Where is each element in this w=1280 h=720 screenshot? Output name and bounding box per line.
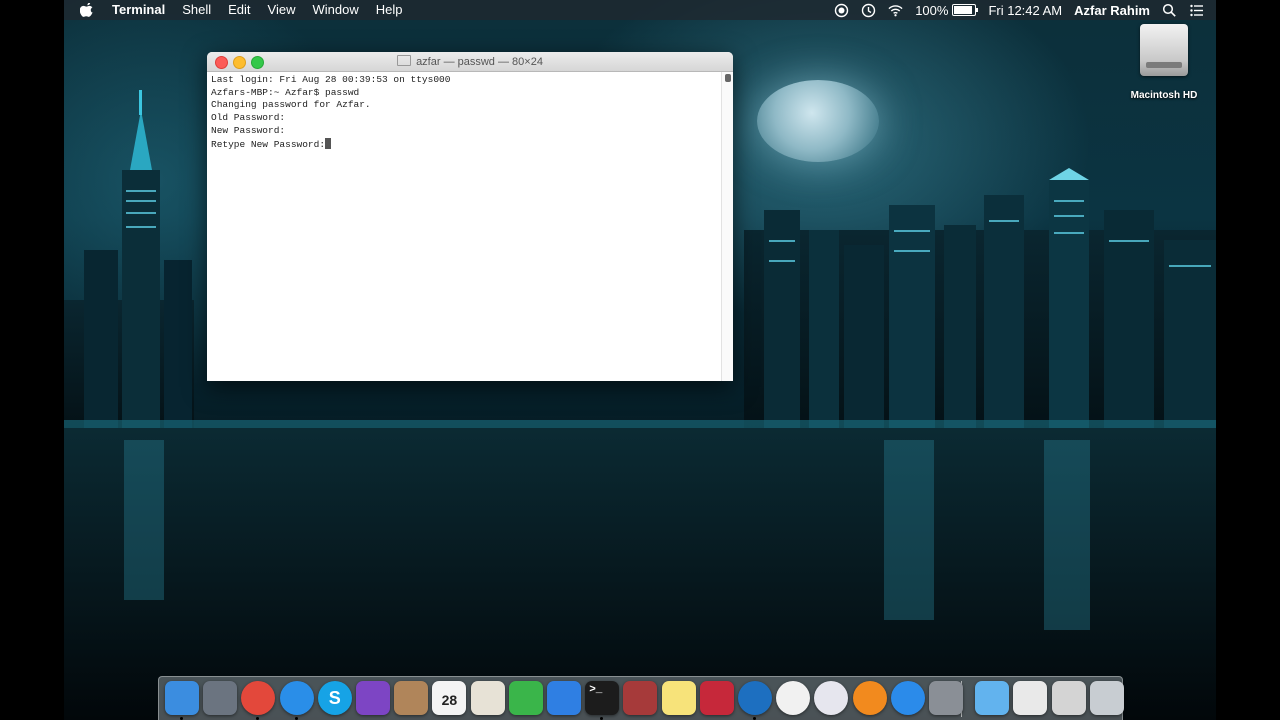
menu-window[interactable]: Window [313,0,359,20]
wifi-icon[interactable] [888,3,903,18]
terminal-output[interactable]: Last login: Fri Aug 28 00:39:53 on ttys0… [211,74,719,381]
edge-dock-icon[interactable] [738,681,772,715]
chrome-dock-icon[interactable] [241,681,276,715]
terminal-window: azfar — passwd — 80×24 Last login: Fri A… [207,52,733,381]
menu-view[interactable]: View [268,0,296,20]
terminal-title-bar[interactable]: azfar — passwd — 80×24 [207,52,733,72]
battery-status[interactable]: 100% [915,2,979,18]
menu-shell[interactable]: Shell [182,0,211,20]
screen-stack-dock-icon[interactable] [1051,681,1086,715]
terminal-line: New Password: [211,124,286,136]
menu-extras: 100% Fri 12:42 AM Azfar Rahim [834,0,1216,20]
launchpad-dock-icon[interactable] [203,681,238,715]
screen-record-icon[interactable] [834,3,849,18]
terminal-title-text: azfar — passwd — 80×24 [416,56,543,68]
calendar-dock-icon[interactable]: 28 [432,681,467,715]
desktop-screen: Terminal Shell Edit View Window Help 100… [64,0,1216,720]
downloads-folder-dock-icon[interactable] [975,681,1010,715]
calendar-day-number: 28 [441,692,458,708]
preview-dock-icon[interactable] [470,681,505,715]
macintosh-hd-desktop-icon[interactable]: Macintosh HD [1124,24,1204,101]
skype-dock-icon[interactable]: S [317,681,352,715]
itunes-dock-icon[interactable] [814,681,849,715]
terminal-prompt-line: Retype New Password: [211,137,719,152]
menu-edit[interactable]: Edit [228,0,250,20]
home-folder-icon [397,55,412,66]
dictionary-dock-icon[interactable] [623,681,658,715]
menu-bar: Terminal Shell Edit View Window Help 100… [64,0,1216,20]
spotlight-search-icon[interactable] [1162,3,1177,18]
terminal-line: Old Password: [211,112,286,124]
menu-clock[interactable]: Fri 12:42 AM [988,3,1062,18]
terminal-line: Last login: Fri Aug 28 00:39:53 on ttys0… [211,74,451,85]
imovie-dock-icon[interactable] [356,681,390,715]
photos-dock-icon[interactable] [776,681,811,715]
hard-drive-icon [1140,24,1188,76]
numbers-dock-icon[interactable] [508,681,543,715]
letterbox-right [1216,0,1280,720]
battery-icon [952,4,979,16]
keynote-dock-icon[interactable] [547,681,581,715]
finder-dock-icon[interactable] [165,681,199,715]
battery-percent: 100% [915,2,949,18]
trash-dock-icon[interactable] [1089,681,1124,715]
photo-booth-dock-icon[interactable] [699,681,734,715]
ibooks-dock-icon[interactable] [852,681,887,715]
apple-menu-icon[interactable] [80,3,94,17]
system-preferences-dock-icon[interactable] [929,681,963,715]
app-store-dock-icon[interactable] [890,681,925,715]
letterbox-left [0,0,64,720]
scrollbar-thumb[interactable] [725,74,731,82]
macintosh-hd-label: Macintosh HD [1130,90,1198,101]
notification-center-icon[interactable] [1189,3,1204,18]
dock: S 28 >_ [158,676,1124,720]
notes-dock-icon[interactable] [661,681,696,715]
terminal-line: Azfars-MBP:~ Azfar$ passwd [211,86,360,98]
terminal-line: Changing password for Azfar. [211,99,371,111]
cleaner-dock-icon[interactable] [394,681,429,715]
terminal-dock-icon[interactable]: >_ [585,681,620,715]
menu-help[interactable]: Help [376,0,403,20]
text-cursor [325,137,332,149]
menu-user-name[interactable]: Azfar Rahim [1074,3,1150,18]
terminal-scrollbar[interactable] [721,72,733,381]
safari-dock-icon[interactable] [279,681,314,715]
terminal-title: azfar — passwd — 80×24 [207,55,733,68]
time-machine-icon[interactable] [861,3,876,18]
retype-password-prompt: Retype New Password: [211,138,326,150]
menu-app-name[interactable]: Terminal [112,0,165,20]
documents-stack-dock-icon[interactable] [1013,681,1048,715]
